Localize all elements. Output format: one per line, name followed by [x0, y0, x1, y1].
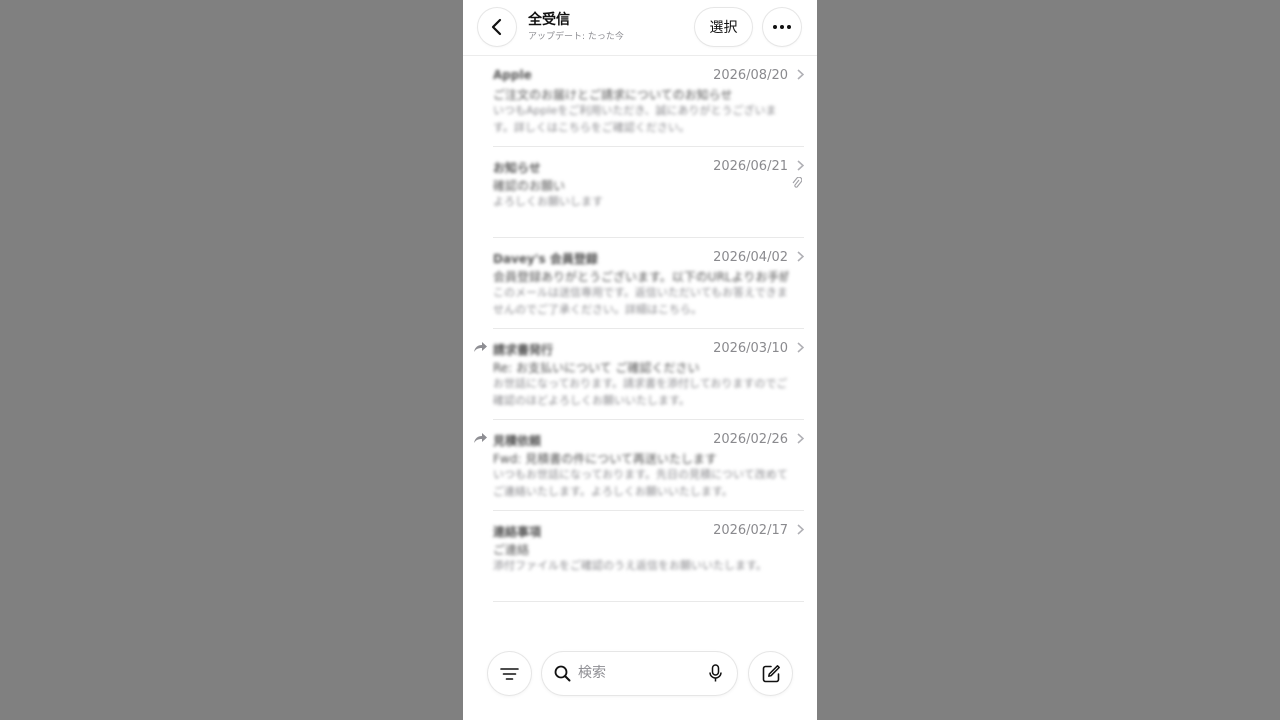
mail-list: Apple 2026/08/20 ご注文のお届けとご請求についてのお知らせ いつ…	[463, 56, 817, 602]
mail-list-item[interactable]: 見積依頼 2026/02/26 Fwd: 見積書の件について再送いたします いつ…	[474, 420, 804, 511]
mail-date: 2026/08/20	[713, 68, 788, 83]
back-button[interactable]	[478, 8, 516, 46]
mail-subject: Re: お支払いについて ご確認ください	[493, 361, 700, 375]
forwarded-icon	[474, 342, 487, 352]
page-title: 全受信	[528, 12, 570, 28]
chevron-right-icon	[797, 524, 804, 535]
filter-icon	[500, 667, 519, 680]
search-input[interactable]	[578, 663, 698, 683]
more-button[interactable]	[763, 8, 801, 46]
mail-sender: Apple	[493, 68, 532, 82]
mail-subject: ご注文のお届けとご請求についてのお知らせ	[493, 88, 733, 102]
mail-list-item[interactable]: 請求書発行 2026/03/10 Re: お支払いについて ご確認ください お世…	[474, 329, 804, 420]
compose-button[interactable]	[749, 652, 792, 695]
search-icon	[554, 665, 571, 682]
mail-sender: 請求書発行	[493, 343, 554, 357]
chevron-right-icon	[797, 160, 804, 171]
mail-date: 2026/06/21	[713, 159, 788, 174]
mail-preview: いつもお世話になっております。先日の見積について改めてご連絡いたします。よろしく…	[493, 468, 788, 498]
chevron-left-icon	[491, 18, 502, 36]
bottom-toolbar	[463, 650, 817, 696]
search-bar[interactable]	[542, 652, 737, 695]
mail-preview: このメールは送信専用です。返信いただいてもお答えできませんのでご了承ください。詳…	[493, 286, 788, 316]
chevron-right-icon	[797, 69, 804, 80]
mail-list-item[interactable]: Apple 2026/08/20 ご注文のお届けとご請求についてのお知らせ いつ…	[493, 56, 804, 147]
forwarded-icon	[474, 433, 487, 443]
mail-app-window: 全受信 アップデート: たった今 選択 Apple 2026/08/20 ご注文…	[463, 0, 817, 720]
filter-button[interactable]	[488, 652, 531, 695]
mail-subject: Fwd: 見積書の件について再送いたします	[493, 452, 717, 466]
mail-list-item[interactable]: Davey's 会員登録 2026/04/02 会員登録ありがとうございます。以…	[493, 238, 804, 329]
select-button[interactable]: 選択	[695, 8, 752, 46]
header: 全受信 アップデート: たった今 選択	[463, 0, 817, 56]
microphone-icon[interactable]	[709, 664, 722, 683]
mail-preview: よろしくお願いします	[493, 195, 603, 208]
mail-preview: いつもAppleをご利用いただき、誠にありがとうございます。詳しくはこちらをご確…	[493, 104, 777, 134]
mail-date: 2026/02/17	[713, 523, 788, 538]
mail-date: 2026/02/26	[713, 432, 788, 447]
mail-list-item[interactable]: 連絡事項 2026/02/17 ご連絡 添付ファイルをご確認のうえ返信をお願いい…	[493, 511, 804, 602]
chevron-right-icon	[797, 251, 804, 262]
mail-sender: 連絡事項	[493, 525, 542, 539]
more-icon	[773, 25, 791, 29]
update-status: アップデート: たった今	[528, 32, 624, 42]
mail-sender: Davey's 会員登録	[493, 252, 598, 266]
mail-preview: 添付ファイルをご確認のうえ返信をお願いいたします。	[493, 559, 767, 572]
mail-subject: ご連絡	[493, 543, 530, 557]
mail-subject: 会員登録ありがとうございます。以下のURLよりお手続きを完了してください。	[493, 270, 788, 284]
chevron-right-icon	[797, 433, 804, 444]
attachment-icon	[792, 177, 802, 188]
mail-sender: 見積依頼	[493, 434, 542, 448]
mail-preview: お世話になっております。請求書を添付しておりますのでご確認のほどよろしくお願いい…	[493, 377, 788, 407]
compose-icon	[762, 664, 780, 682]
chevron-right-icon	[797, 342, 804, 353]
mail-sender: お知らせ	[493, 161, 541, 175]
mail-date: 2026/03/10	[713, 341, 788, 356]
mail-subject: 確認のお願い	[493, 179, 566, 193]
mail-date: 2026/04/02	[713, 250, 788, 265]
mail-list-item[interactable]: お知らせ 2026/06/21 確認のお願い よろしくお願いします	[493, 147, 804, 238]
